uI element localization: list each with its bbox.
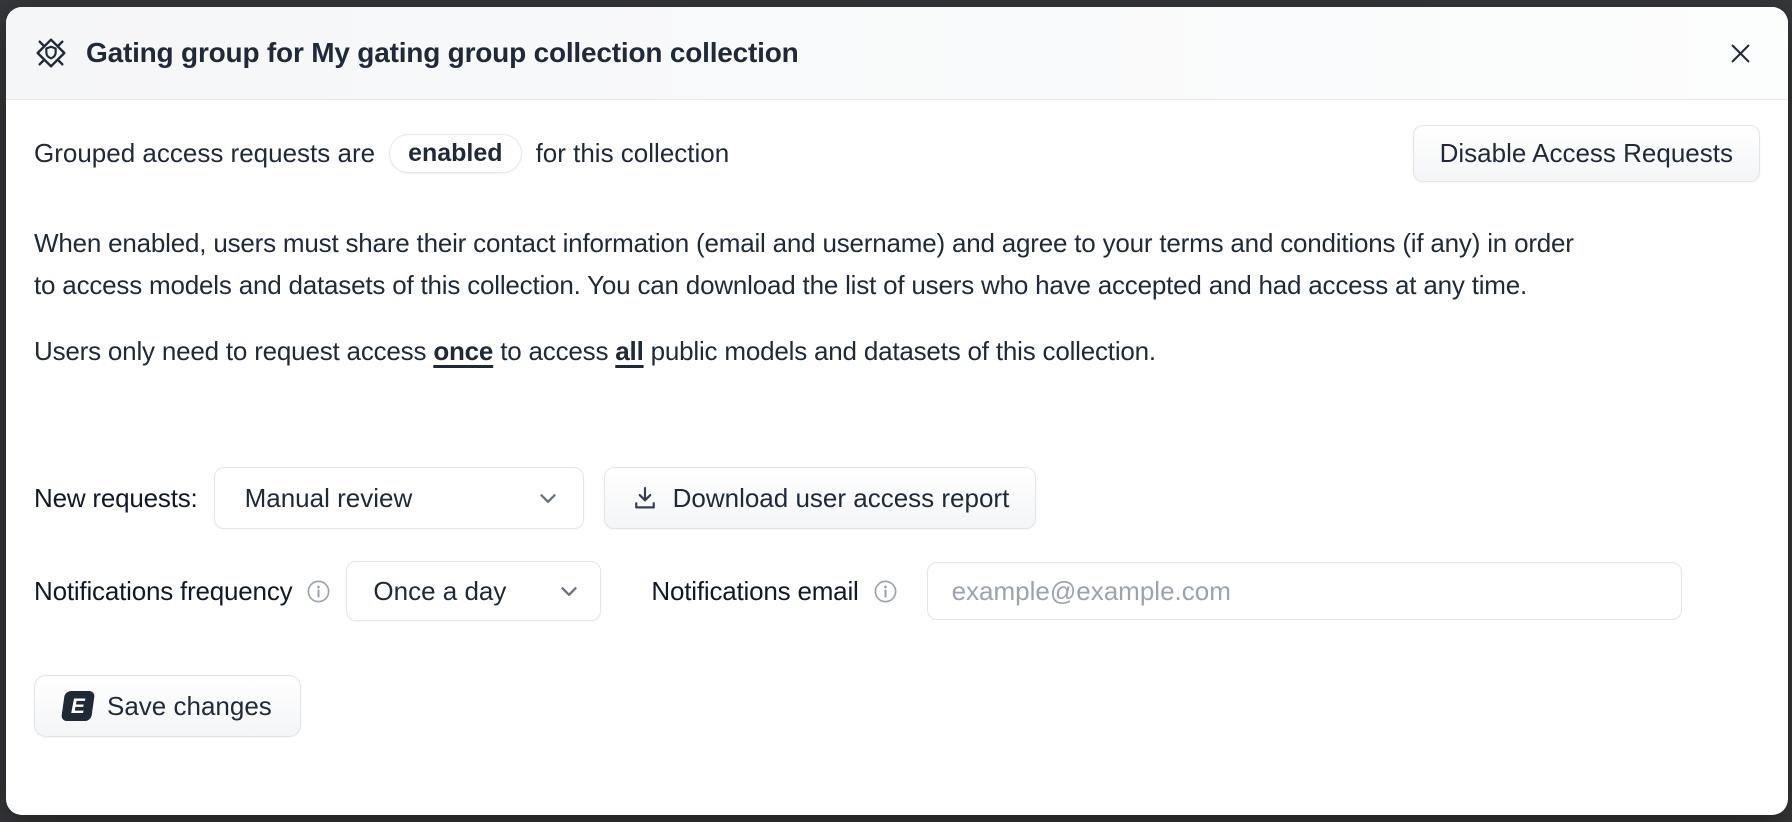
new-requests-select[interactable]: Manual review xyxy=(214,467,584,529)
gating-group-modal: Gating group for My gating group collect… xyxy=(6,7,1788,815)
new-requests-label: New requests: xyxy=(34,483,198,514)
modal-title: Gating group for My gating group collect… xyxy=(86,37,799,69)
close-icon xyxy=(1727,40,1754,67)
disable-access-requests-button[interactable]: Disable Access Requests xyxy=(1413,125,1760,182)
note-emphasis-all: all xyxy=(615,336,643,366)
notifications-frequency-select[interactable]: Once a day xyxy=(346,561,601,621)
frequency-info-icon[interactable] xyxy=(305,578,332,605)
enterprise-icon: E xyxy=(61,691,95,721)
status-row: Grouped access requests are enabled for … xyxy=(34,124,1760,182)
new-requests-row: New requests: Manual review Download use… xyxy=(34,467,1760,529)
download-user-access-report-button[interactable]: Download user access report xyxy=(604,467,1037,529)
note-part: Users only need to request access xyxy=(34,336,433,366)
note-part: public models and datasets of this colle… xyxy=(644,336,1156,366)
new-requests-selected-value: Manual review xyxy=(245,483,413,514)
save-changes-button[interactable]: E Save changes xyxy=(34,675,301,737)
chevron-down-icon xyxy=(535,485,561,511)
notifications-frequency-label: Notifications frequency xyxy=(34,576,292,607)
download-icon xyxy=(631,484,659,512)
description-text: When enabled, users must share their con… xyxy=(34,222,1574,306)
notifications-email-input[interactable] xyxy=(927,562,1682,620)
chevron-down-icon xyxy=(556,578,582,604)
status-prefix: Grouped access requests are xyxy=(34,138,375,169)
email-info-icon[interactable] xyxy=(872,578,899,605)
close-button[interactable] xyxy=(1720,33,1760,73)
save-row: E Save changes xyxy=(34,675,1760,737)
status-badge: enabled xyxy=(389,134,521,173)
status-text: Grouped access requests are enabled for … xyxy=(34,134,729,173)
modal-body: Grouped access requests are enabled for … xyxy=(6,100,1788,737)
status-suffix: for this collection xyxy=(536,138,730,169)
note-emphasis-once: once xyxy=(433,336,493,366)
frequency-selected-value: Once a day xyxy=(373,576,506,607)
download-button-label: Download user access report xyxy=(673,483,1010,514)
notifications-email-label: Notifications email xyxy=(651,576,858,607)
note-text: Users only need to request access once t… xyxy=(34,336,1760,367)
note-part: to access xyxy=(493,336,615,366)
notifications-row: Notifications frequency Once a day Notif… xyxy=(34,561,1760,621)
modal-header: Gating group for My gating group collect… xyxy=(6,7,1788,100)
gated-icon xyxy=(34,36,68,70)
save-button-label: Save changes xyxy=(107,691,272,722)
